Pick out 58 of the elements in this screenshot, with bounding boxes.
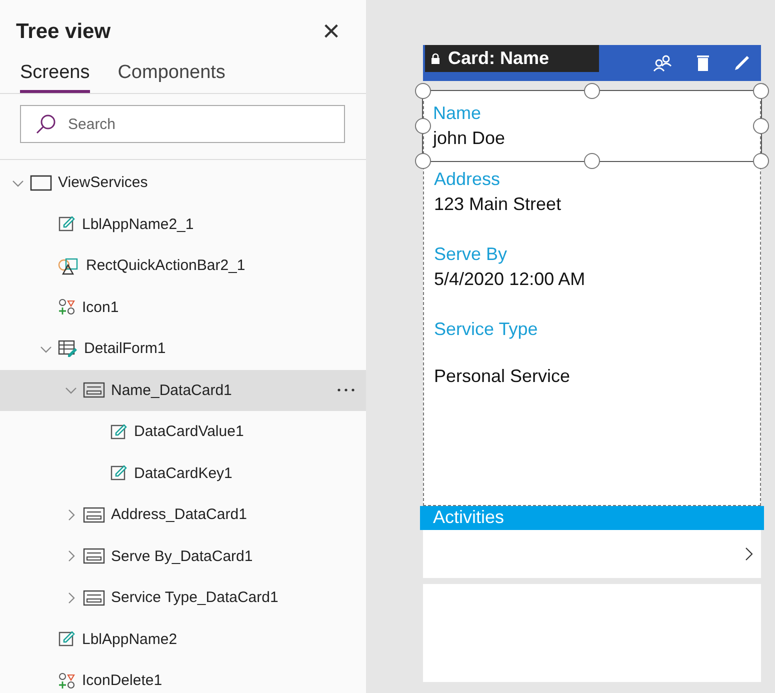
- resize-handle[interactable]: [584, 153, 600, 169]
- tree-item[interactable]: DataCardKey1: [0, 452, 366, 494]
- resize-handle[interactable]: [415, 153, 431, 169]
- tree-item[interactable]: IconDelete1: [0, 660, 366, 693]
- tree-item[interactable]: LblAppName2: [0, 618, 366, 660]
- icons-icon: [58, 672, 76, 690]
- tree-item[interactable]: DetailForm1: [0, 328, 366, 370]
- field-label: Service Type: [434, 319, 539, 340]
- field-label: Serve By: [434, 244, 508, 265]
- field-value: 123 Main Street: [434, 194, 562, 215]
- tree-item[interactable]: Serve By_DataCard1: [0, 536, 366, 577]
- screen-icon: [30, 174, 52, 192]
- card-icon: [83, 547, 105, 566]
- resize-handle[interactable]: [584, 83, 600, 99]
- panel-title: Tree view: [16, 20, 111, 44]
- card-icon: [83, 588, 105, 607]
- more-icon[interactable]: [336, 387, 356, 394]
- lock-icon: [431, 53, 440, 64]
- section-header: Activities: [420, 506, 764, 530]
- resize-handle[interactable]: [415, 83, 431, 99]
- search-field[interactable]: Search: [20, 105, 345, 143]
- close-button[interactable]: ×: [322, 18, 340, 46]
- field-value: 5/4/2020 12:00 AM: [434, 269, 586, 290]
- icons-icon: [58, 298, 76, 316]
- trash-icon[interactable]: [695, 54, 711, 72]
- pencil-box-icon: [58, 630, 76, 648]
- form-icon: [58, 340, 78, 358]
- resize-handle[interactable]: [753, 118, 769, 134]
- data-card[interactable]: Name john Doe: [415, 83, 769, 169]
- field-value: john Doe: [433, 128, 506, 149]
- pencil-box-icon: [58, 215, 76, 234]
- card-icon: [83, 381, 105, 400]
- data-card[interactable]: Serve By 5/4/2020 12:00 AM: [424, 236, 760, 311]
- pencil-box-icon: [110, 464, 128, 482]
- tree-item[interactable]: Name_DataCard1: [0, 370, 366, 411]
- shapes-icon: [58, 256, 80, 275]
- tree-item[interactable]: Service Type_DataCard1: [0, 577, 366, 618]
- resize-handle[interactable]: [753, 153, 769, 169]
- resize-handle[interactable]: [753, 83, 769, 99]
- people-icon[interactable]: [653, 54, 673, 72]
- tree-item[interactable]: LblAppName2_1: [0, 204, 366, 245]
- field-value: Personal Service: [434, 366, 572, 387]
- card-icon: [83, 506, 105, 524]
- pencil-box-icon: [110, 422, 128, 441]
- tree-item[interactable]: RectQuickActionBar2_1: [0, 245, 366, 286]
- tree-item[interactable]: Address_DataCard1: [0, 494, 366, 536]
- tree-item[interactable]: ViewServices: [0, 162, 366, 204]
- tree-item[interactable]: DataCardValue1: [0, 411, 366, 452]
- field-label: Name: [433, 103, 482, 124]
- resize-handle[interactable]: [415, 118, 431, 134]
- field-label: Address: [434, 169, 502, 190]
- tab[interactable]: Screens: [20, 62, 90, 93]
- pencil-icon[interactable]: [733, 54, 751, 72]
- data-card[interactable]: Service Type Personal Service: [424, 311, 760, 386]
- tab[interactable]: Components: [118, 62, 226, 93]
- tooltip-text: Card: Name: [448, 48, 550, 69]
- tree-item[interactable]: Icon1: [0, 286, 366, 328]
- chevron-right-icon[interactable]: [745, 547, 753, 561]
